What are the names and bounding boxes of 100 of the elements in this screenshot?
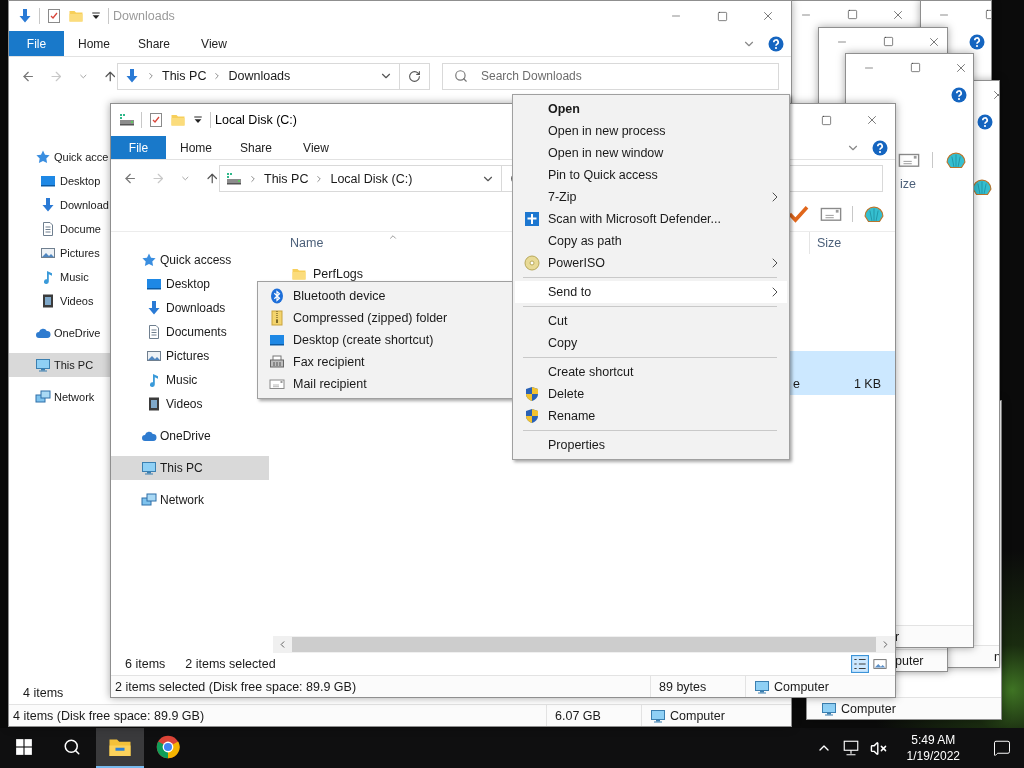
windows-logo-icon[interactable] bbox=[15, 738, 33, 756]
document-icon bbox=[146, 324, 162, 340]
help-icon[interactable] bbox=[872, 139, 888, 156]
file-name: PerfLogs bbox=[313, 267, 364, 281]
horizontal-scrollbar[interactable] bbox=[273, 636, 895, 653]
ribbon-tab[interactable]: View bbox=[286, 136, 346, 159]
ribbon-tab[interactable]: Home bbox=[166, 136, 226, 159]
menu-item[interactable]: Fax recipient bbox=[260, 351, 512, 373]
help-icon[interactable] bbox=[969, 33, 985, 50]
clock[interactable]: 5:49 AM 1/19/2022 bbox=[896, 732, 970, 764]
breadcrumb[interactable]: This PC bbox=[264, 171, 309, 186]
details-view-icon[interactable] bbox=[851, 655, 869, 673]
muted-speaker-icon[interactable] bbox=[869, 739, 887, 757]
chrome-icon[interactable] bbox=[156, 735, 180, 759]
help-icon[interactable] bbox=[977, 113, 993, 130]
menu-item[interactable]: PowerISO bbox=[515, 252, 787, 274]
nav-item[interactable]: This PC bbox=[9, 353, 110, 377]
network-icon bbox=[141, 492, 157, 508]
large-icons-view-icon[interactable] bbox=[873, 657, 887, 671]
menu-item[interactable]: Open in new process bbox=[515, 120, 787, 142]
menu-item[interactable]: Bluetooth device bbox=[260, 285, 512, 307]
file-size: 1 KB bbox=[852, 377, 882, 391]
ribbon-tab[interactable]: Home bbox=[64, 31, 124, 56]
menu-item[interactable]: Rename bbox=[515, 405, 787, 427]
maximize-icon[interactable] bbox=[716, 10, 728, 22]
network-icon[interactable] bbox=[841, 739, 860, 757]
column-header[interactable]: Name bbox=[273, 232, 503, 254]
download-arrow-icon bbox=[124, 68, 140, 84]
envelope-icon[interactable] bbox=[268, 376, 285, 392]
close-icon[interactable] bbox=[865, 113, 879, 127]
menu-item[interactable]: Copy bbox=[515, 332, 787, 354]
nav-item[interactable]: Download bbox=[9, 193, 110, 217]
refresh-button[interactable] bbox=[400, 62, 430, 90]
status-text: 2 items selected (Disk free space: 89.9 GB) bbox=[115, 679, 357, 694]
window-title: Local Disk (C:) bbox=[215, 113, 297, 127]
menu-item[interactable]: Desktop (create shortcut) bbox=[260, 329, 512, 351]
taskbar-button[interactable] bbox=[96, 728, 144, 768]
nav-item[interactable]: Network bbox=[9, 385, 110, 409]
maximize-icon[interactable] bbox=[820, 114, 832, 126]
file-tab[interactable]: File bbox=[9, 31, 64, 56]
help-icon[interactable] bbox=[768, 35, 784, 52]
address-bar[interactable]: This PC Downloads bbox=[117, 62, 400, 90]
nav-item[interactable]: Music bbox=[9, 265, 110, 289]
maximize-icon[interactable] bbox=[846, 9, 858, 20]
menu-item[interactable]: Scan with Microsoft Defender... bbox=[515, 208, 787, 230]
menu-item[interactable]: Open bbox=[515, 98, 787, 120]
nav-item[interactable]: Network bbox=[111, 488, 269, 512]
download-arrow-icon bbox=[17, 8, 33, 24]
column-header[interactable]: Size bbox=[809, 232, 886, 254]
breadcrumb[interactable]: This PC bbox=[162, 69, 207, 83]
file-tab[interactable]: File bbox=[111, 136, 166, 159]
search-field[interactable]: Search Downloads bbox=[442, 62, 779, 90]
menu-item[interactable]: Mail recipient bbox=[260, 373, 512, 395]
menu-item[interactable]: Send to bbox=[515, 281, 787, 303]
folder-icon bbox=[291, 266, 307, 282]
desktop-icon bbox=[40, 173, 56, 189]
breadcrumb-separator-icon[interactable] bbox=[146, 71, 156, 81]
menu-item[interactable]: Create shortcut bbox=[515, 361, 787, 383]
ribbon-tab[interactable]: View bbox=[184, 31, 244, 56]
notifications-icon[interactable] bbox=[993, 739, 1011, 757]
nav-item[interactable]: Quick acce bbox=[9, 145, 110, 169]
help-icon[interactable] bbox=[951, 86, 967, 103]
zip-folder-icon bbox=[268, 310, 285, 326]
menu-item[interactable]: Properties bbox=[515, 434, 787, 456]
breadcrumb-separator-icon[interactable] bbox=[248, 173, 258, 184]
menu-item[interactable]: Copy as path bbox=[515, 230, 787, 252]
menu-item[interactable]: Delete bbox=[515, 383, 787, 405]
search-icon[interactable] bbox=[63, 738, 81, 756]
nav-item[interactable]: Quick access bbox=[111, 248, 269, 272]
menu-item[interactable]: Open in new window bbox=[515, 142, 787, 164]
menu-item[interactable]: Compressed (zipped) folder bbox=[260, 307, 512, 329]
nav-item[interactable]: Videos bbox=[111, 392, 269, 416]
breadcrumb[interactable]: Downloads bbox=[228, 69, 291, 83]
nav-item[interactable]: Videos bbox=[9, 289, 110, 313]
up-icon[interactable] bbox=[204, 171, 219, 186]
properties-icon[interactable] bbox=[148, 112, 164, 128]
nav-item[interactable]: OneDrive bbox=[9, 321, 110, 345]
nav-item[interactable]: Pictures bbox=[9, 241, 110, 265]
nav-item[interactable]: Desktop bbox=[9, 169, 110, 193]
item-count: 4 items bbox=[23, 686, 64, 700]
close-icon[interactable] bbox=[761, 9, 775, 23]
maximize-icon[interactable] bbox=[909, 62, 921, 73]
address-bar[interactable]: This PC Local Disk (C:) bbox=[219, 165, 502, 192]
menu-item[interactable]: 7-Zip bbox=[515, 186, 787, 208]
nav-item[interactable]: OneDrive bbox=[111, 424, 269, 448]
ribbon-tab[interactable]: Share bbox=[226, 136, 286, 159]
maximize-icon[interactable] bbox=[882, 36, 894, 47]
column-header[interactable]: ize bbox=[900, 177, 916, 191]
nav-item[interactable]: This PC bbox=[111, 456, 269, 480]
ribbon-tab[interactable]: Share bbox=[124, 31, 184, 56]
breadcrumb[interactable]: Local Disk (C:) bbox=[330, 171, 413, 186]
back-icon[interactable] bbox=[123, 171, 138, 186]
refresh-icon[interactable] bbox=[408, 69, 421, 83]
shield-icon bbox=[523, 386, 540, 402]
properties-icon[interactable] bbox=[46, 8, 62, 24]
menu-item[interactable]: Cut bbox=[515, 310, 787, 332]
download-arrow-icon bbox=[146, 300, 162, 316]
status-text: 4 items (Disk free space: 89.9 GB) bbox=[13, 708, 205, 723]
menu-item[interactable]: Pin to Quick access bbox=[515, 164, 787, 186]
nav-item[interactable]: Docume bbox=[9, 217, 110, 241]
